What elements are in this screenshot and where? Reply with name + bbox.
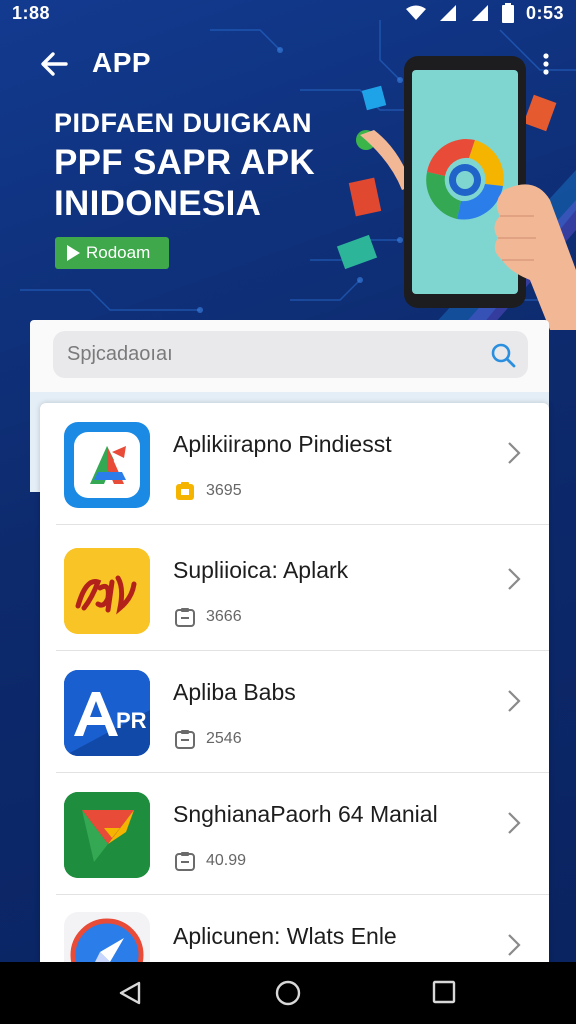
square-recent-icon[interactable] <box>432 980 456 1004</box>
list-item[interactable]: SnghianaPaorh 64 Manial 40.99 <box>40 773 549 895</box>
app-logo-a-icon <box>74 432 140 498</box>
app-name: Apliba Babs <box>173 679 296 705</box>
signal-icon-2 <box>471 5 488 21</box>
app-logo-apr-icon: PR <box>64 670 150 756</box>
list-item[interactable]: Aplikiirapno Pindiesst 3695 <box>40 403 549 525</box>
hero-title-line-3: INIDONESIA <box>54 184 262 223</box>
app-name: Aplicunen: Wlats Enle <box>173 923 397 949</box>
search-box[interactable] <box>53 331 528 378</box>
phone-illustration <box>336 56 576 330</box>
status-time: 1:88 <box>12 2 51 23</box>
app-meta: 3695 <box>174 480 242 502</box>
app-logo-script-icon <box>64 548 150 634</box>
battery-icon <box>501 3 514 23</box>
app-title: APP <box>92 47 152 78</box>
app-meta: 3666 <box>174 606 242 628</box>
chevron-right-icon[interactable] <box>506 810 522 836</box>
chevron-right-icon[interactable] <box>506 566 522 592</box>
storage-icon <box>176 482 194 500</box>
chevron-right-icon[interactable] <box>506 440 522 466</box>
play-icon <box>67 245 80 261</box>
hero-button-label: Rodoam <box>86 243 151 262</box>
app-size: 3695 <box>206 482 242 499</box>
status-bar: 1:88 0:53 <box>0 0 576 26</box>
wifi-icon <box>405 5 426 20</box>
list-item[interactable]: Supliioica: Aplark 3666 <box>40 529 549 651</box>
app-icon-2 <box>64 548 150 634</box>
hero-download-button[interactable]: Rodoam <box>55 237 169 269</box>
app-name: Aplikiirapno Pindiesst <box>173 431 392 457</box>
app-meta: 2546 <box>174 728 242 750</box>
chevron-right-icon[interactable] <box>506 932 522 958</box>
app-size: 3666 <box>206 608 242 625</box>
status-icons: 0:53 <box>405 2 564 24</box>
storage-icon <box>175 852 195 871</box>
app-screen: 1:88 0:53 APP PIDFAEN DUIGKAN PPF SAPR A… <box>0 0 576 1024</box>
circle-home-icon[interactable] <box>274 979 302 1007</box>
app-icon-3: PR <box>64 670 150 756</box>
app-list: Aplikiirapno Pindiesst 3695 Supliioica: … <box>40 403 549 963</box>
triangle-back-icon[interactable] <box>117 980 143 1006</box>
app-icon-5 <box>64 912 150 963</box>
search-icon[interactable] <box>490 342 516 368</box>
search-input[interactable] <box>67 331 467 378</box>
hero-title-line-2: PPF SAPR APK <box>54 143 315 182</box>
app-icon-1 <box>64 422 150 508</box>
app-size: 40.99 <box>206 852 247 869</box>
navigation-bar <box>0 962 576 1024</box>
list-item[interactable]: PR Apliba Babs 2546 <box>40 651 549 773</box>
hero-title-line-1: PIDFAEN DUIGKAN <box>54 108 313 138</box>
status-clock: 0:53 <box>525 2 564 23</box>
storage-icon <box>175 730 195 749</box>
app-name: SnghianaPaorh 64 Manial <box>173 801 438 827</box>
app-icon-4 <box>64 792 150 878</box>
signal-icon <box>439 5 456 21</box>
storage-icon <box>175 608 195 627</box>
arrow-left-icon[interactable] <box>38 50 70 78</box>
row-divider <box>56 524 549 525</box>
search-panel <box>30 320 549 392</box>
app-size: 2546 <box>206 730 242 747</box>
svg-text:PR: PR <box>116 708 147 733</box>
chevron-right-icon[interactable] <box>506 688 522 714</box>
app-logo-play-icon <box>64 792 150 878</box>
app-name: Supliioica: Aplark <box>173 557 349 583</box>
app-logo-compass-icon <box>70 918 144 963</box>
app-meta: 40.99 <box>174 850 246 872</box>
list-item[interactable]: Aplicunen: Wlats Enle <box>40 895 549 963</box>
